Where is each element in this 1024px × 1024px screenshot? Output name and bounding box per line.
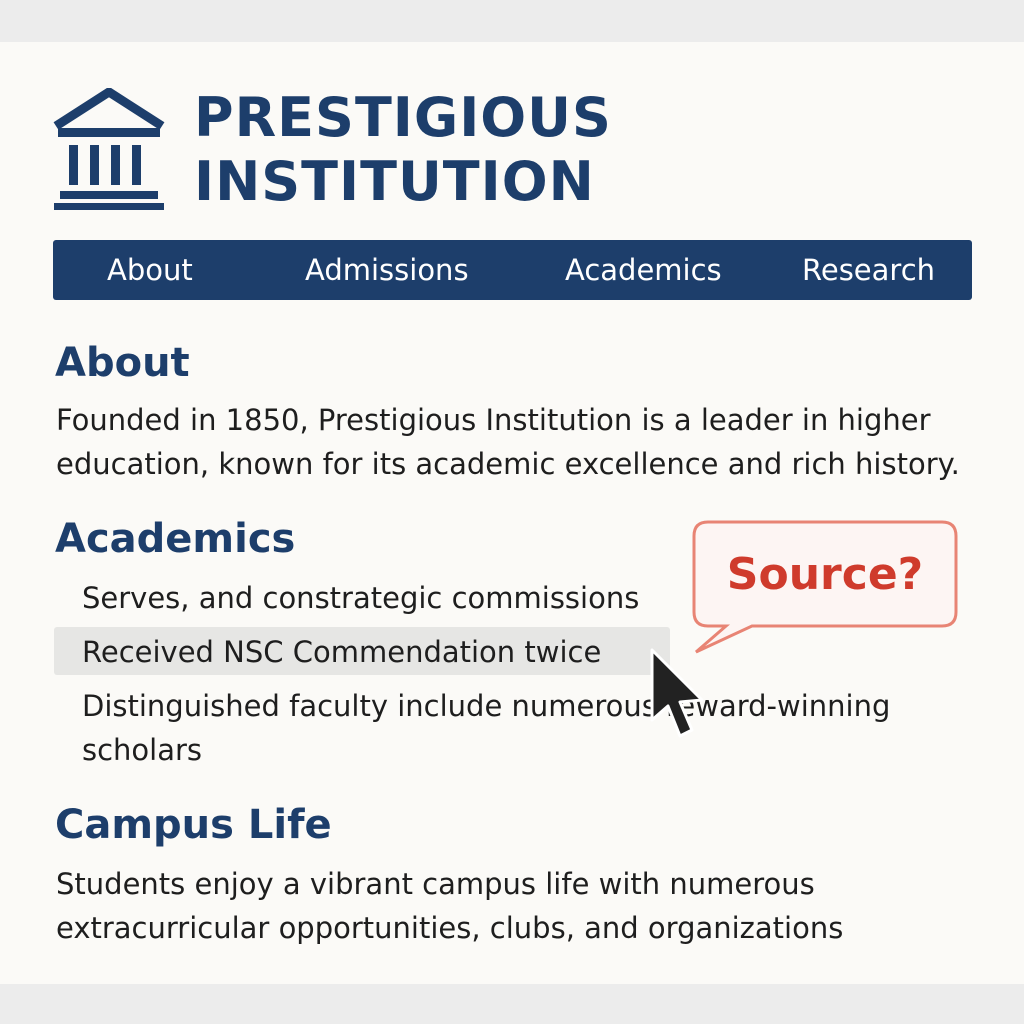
campus-life-heading: Campus Life	[55, 802, 332, 848]
nav-item-admissions[interactable]: Admissions	[305, 240, 469, 300]
institution-columns-icon	[53, 88, 165, 210]
campus-life-text-line2: extracurricular opportunities, clubs, an…	[56, 911, 844, 945]
nav-item-about[interactable]: About	[107, 240, 193, 300]
page: PRESTIGIOUS INSTITUTION About Admissions…	[0, 42, 1024, 984]
academics-list-item-continued: scholars	[82, 733, 203, 767]
site-title-line2: INSTITUTION	[194, 150, 595, 213]
main-nav: About Admissions Academics Research	[53, 240, 972, 300]
academics-heading: Academics	[55, 516, 296, 562]
nav-item-academics[interactable]: Academics	[565, 240, 722, 300]
site-title-line1: PRESTIGIOUS	[194, 86, 612, 149]
about-text-line2: education, known for its academic excell…	[56, 447, 960, 481]
mouse-pointer-icon	[650, 648, 704, 738]
source-question-label: Source?	[726, 549, 924, 600]
about-heading: About	[55, 340, 190, 386]
site-title: PRESTIGIOUS INSTITUTION	[194, 86, 612, 214]
nav-item-research[interactable]: Research	[802, 240, 935, 300]
about-text-line1: Founded in 1850, Prestigious Institution…	[56, 403, 931, 437]
site-header: PRESTIGIOUS INSTITUTION	[52, 86, 612, 214]
academics-list-item-highlighted[interactable]: Received NSC Commendation twice	[82, 630, 601, 674]
academics-list-item: Distinguished faculty include numerous r…	[82, 689, 891, 723]
campus-life-text-line1: Students enjoy a vibrant campus life wit…	[56, 867, 815, 901]
academics-list-item: Serves, and constrategic commissions	[82, 581, 640, 615]
